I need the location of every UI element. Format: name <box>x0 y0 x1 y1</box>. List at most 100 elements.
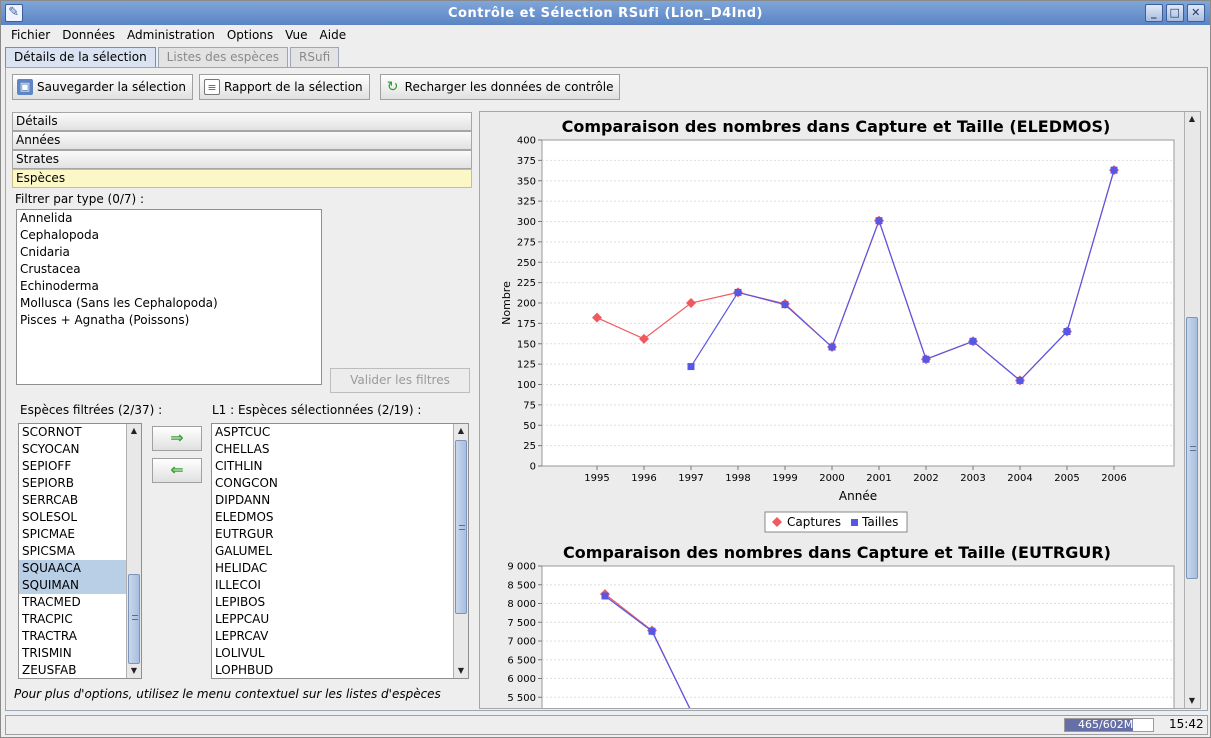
list-item[interactable]: TRACMED <box>19 594 141 611</box>
list-item[interactable]: Mollusca (Sans les Cephalopoda) <box>17 295 321 312</box>
remove-species-button[interactable]: ⇐ <box>152 458 202 483</box>
selected-list-scrollbar[interactable]: ▲ ▼ <box>453 424 468 678</box>
scroll-thumb[interactable] <box>128 574 140 664</box>
list-item[interactable]: SPICMAE <box>19 526 141 543</box>
list-item-selected[interactable]: SQUIMAN <box>19 577 141 594</box>
reload-control-data-button[interactable]: ↻ Recharger les données de contrôle <box>379 74 621 100</box>
list-item[interactable]: EUTRGUR <box>212 526 468 543</box>
list-item[interactable]: LEPRCAV <box>212 628 468 645</box>
tab-details-selection[interactable]: Détails de la sélection <box>5 47 156 67</box>
tab-listes-especes[interactable]: Listes des espèces <box>157 47 289 67</box>
report-selection-label: Rapport de la sélection <box>223 80 363 94</box>
list-item[interactable]: ILLECOI <box>212 577 468 594</box>
accordion-annees[interactable]: Années <box>12 131 472 150</box>
selected-species-label: L1 : Espèces sélectionnées (2/19) : <box>212 403 422 417</box>
scroll-up-icon[interactable]: ▲ <box>454 424 468 438</box>
close-icon[interactable]: ✕ <box>1187 4 1205 22</box>
maximize-icon[interactable]: □ <box>1166 4 1184 22</box>
reload-control-data-label: Recharger les données de contrôle <box>404 80 614 94</box>
chart-title: Comparaison des nombres dans Capture et … <box>563 543 1111 562</box>
list-item[interactable]: Cephalopoda <box>17 227 321 244</box>
title-bar[interactable]: ✎ Contrôle et Sélection RSufi (Lion_D4In… <box>1 1 1210 25</box>
list-item[interactable]: HELIDAC <box>212 560 468 577</box>
y-tick-label: 375 <box>517 156 536 167</box>
list-item[interactable]: Cnidaria <box>17 244 321 261</box>
memory-gauge[interactable]: 465/602Mo <box>1064 718 1154 732</box>
list-item[interactable]: CHELLAS <box>212 441 468 458</box>
list-item[interactable]: Echinoderma <box>17 278 321 295</box>
list-item[interactable]: SPICSMA <box>19 543 141 560</box>
list-item[interactable]: LOLIVUL <box>212 645 468 662</box>
menu-donnees[interactable]: Données <box>56 28 121 42</box>
scroll-up-icon[interactable]: ▲ <box>1185 112 1199 126</box>
point-tailles <box>648 627 656 635</box>
menu-aide[interactable]: Aide <box>314 28 353 42</box>
list-item[interactable]: TRACTRA <box>19 628 141 645</box>
list-item[interactable]: SERRCAB <box>19 492 141 509</box>
y-tick-label: 250 <box>517 258 536 269</box>
list-item[interactable]: GALUMEL <box>212 543 468 560</box>
x-tick-label: 2006 <box>1101 473 1126 484</box>
selected-species-list[interactable]: ASPTCUC CHELLAS CITHLIN CONGCON DIPDANN … <box>211 423 469 679</box>
scroll-thumb[interactable] <box>1186 317 1198 579</box>
point-tailles <box>1063 328 1071 336</box>
menu-administration[interactable]: Administration <box>121 28 221 42</box>
list-item[interactable]: SOLESOL <box>19 509 141 526</box>
accordion-details[interactable]: Détails <box>12 112 472 131</box>
menu-options[interactable]: Options <box>221 28 279 42</box>
filtered-species-list[interactable]: SCORNOT SCYOCAN SEPIOFF SEPIORB SERRCAB … <box>18 423 142 679</box>
y-tick-label: 6 000 <box>507 674 536 685</box>
x-tick-label: 2002 <box>913 473 938 484</box>
list-item[interactable]: ASPTCUC <box>212 424 468 441</box>
list-item[interactable]: ELEDMOS <box>212 509 468 526</box>
menu-vue[interactable]: Vue <box>279 28 313 42</box>
list-item[interactable]: TRACPIC <box>19 611 141 628</box>
list-item[interactable]: LEPPCAU <box>212 611 468 628</box>
list-item-selected[interactable]: SQUAACA <box>19 560 141 577</box>
accordion-especes[interactable]: Espèces <box>12 169 472 188</box>
scroll-up-icon[interactable]: ▲ <box>127 424 141 438</box>
app-icon[interactable]: ✎ <box>5 4 23 22</box>
tab-rsufi[interactable]: RSufi <box>290 47 340 67</box>
list-item[interactable]: CITHLIN <box>212 458 468 475</box>
scroll-down-icon[interactable]: ▼ <box>454 664 468 678</box>
minimize-icon[interactable]: _ <box>1145 4 1163 22</box>
report-selection-button[interactable]: ≡ Rapport de la sélection <box>198 74 370 100</box>
x-tick-label: 2001 <box>866 473 891 484</box>
window-title: Contrôle et Sélection RSufi (Lion_D4Ind) <box>448 5 763 21</box>
list-item[interactable]: Annelida <box>17 210 321 227</box>
list-item[interactable]: SCYOCAN <box>19 441 141 458</box>
y-tick-label: 350 <box>517 176 536 187</box>
list-item[interactable]: TRISMIN <box>19 645 141 662</box>
arrow-right-icon: ⇒ <box>170 428 184 447</box>
list-item[interactable]: LEPIBOS <box>212 594 468 611</box>
validate-filters-button[interactable]: Valider les filtres <box>330 368 470 393</box>
type-filter-list[interactable]: Annelida Cephalopoda Cnidaria Crustacea … <box>16 209 322 385</box>
grip-icon <box>1190 446 1196 451</box>
x-tick-label: 1998 <box>725 473 750 484</box>
x-tick-label: 2005 <box>1054 473 1079 484</box>
filtered-list-scrollbar[interactable]: ▲ ▼ <box>126 424 141 678</box>
application-window: ✎ Contrôle et Sélection RSufi (Lion_D4In… <box>0 0 1211 738</box>
scroll-down-icon[interactable]: ▼ <box>127 664 141 678</box>
list-item[interactable]: SCORNOT <box>19 424 141 441</box>
list-item[interactable]: SEPIORB <box>19 475 141 492</box>
legend-captures-label: Captures <box>787 515 841 529</box>
list-item[interactable]: Pisces + Agnatha (Poissons) <box>17 312 321 329</box>
list-item[interactable]: LOPHBUD <box>212 662 468 678</box>
accordion-strates[interactable]: Strates <box>12 150 472 169</box>
scroll-thumb[interactable] <box>455 440 467 614</box>
list-item[interactable]: DIPDANN <box>212 492 468 509</box>
list-item[interactable]: Crustacea <box>17 261 321 278</box>
save-selection-button[interactable]: ▣ Sauvegarder la sélection <box>12 74 193 100</box>
point-tailles <box>875 217 883 225</box>
add-species-button[interactable]: ⇒ <box>152 426 202 451</box>
list-item[interactable]: CONGCON <box>212 475 468 492</box>
menu-fichier[interactable]: Fichier <box>5 28 56 42</box>
scroll-down-icon[interactable]: ▼ <box>1185 694 1199 708</box>
list-item[interactable]: ZEUSFAB <box>19 662 141 678</box>
chart-scrollbar[interactable]: ▲ ▼ <box>1184 112 1200 708</box>
y-tick-label: 0 <box>530 462 536 473</box>
list-item[interactable]: SEPIOFF <box>19 458 141 475</box>
y-axis-label: Nombre <box>500 281 513 325</box>
